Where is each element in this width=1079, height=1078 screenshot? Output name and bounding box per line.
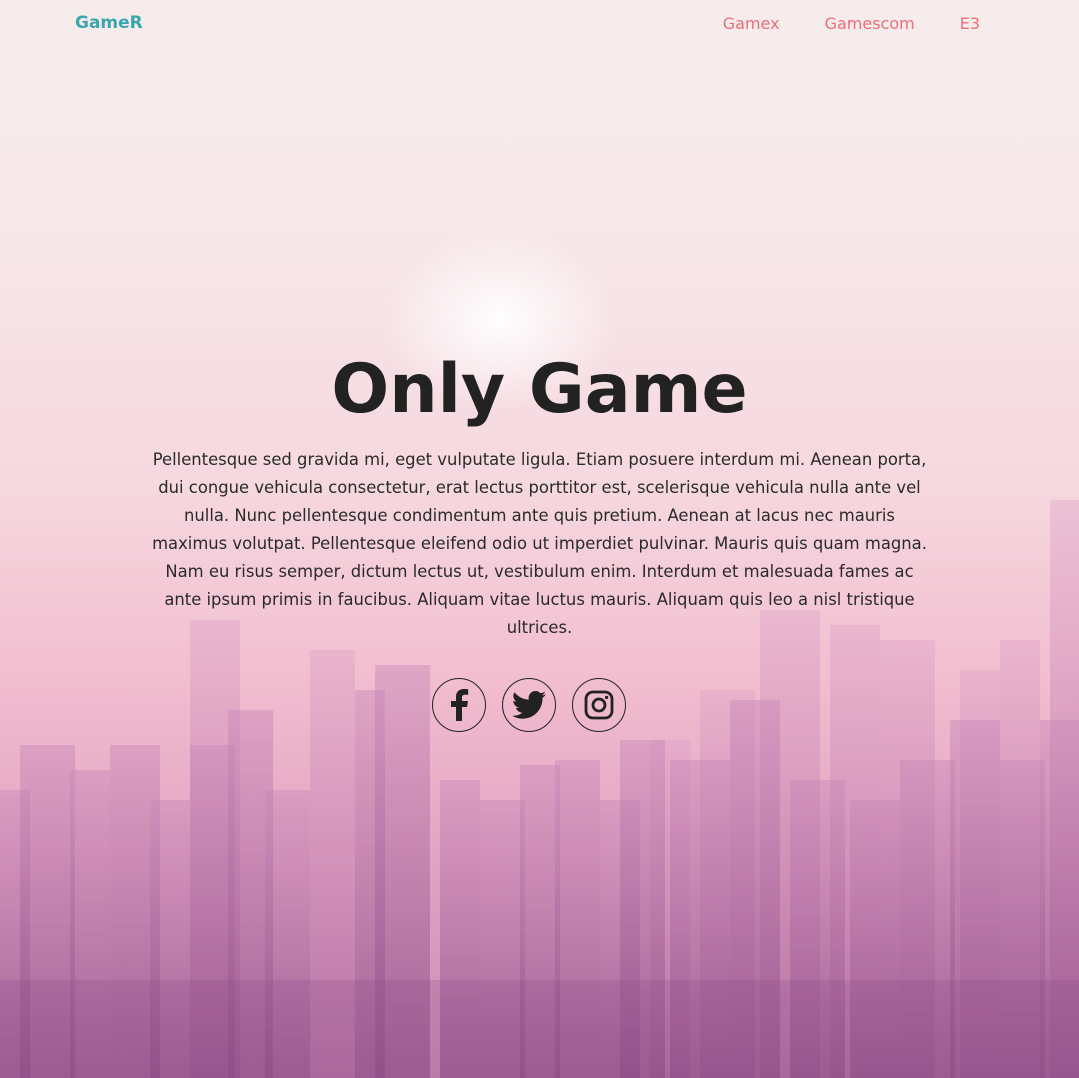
nav-link-gamescom[interactable]: Gamescom bbox=[825, 14, 915, 33]
instagram-link[interactable] bbox=[572, 678, 626, 732]
hero-title: Only Game bbox=[331, 350, 748, 429]
nav-links: Gamex Gamescom E3 bbox=[723, 14, 980, 33]
top-navbar: GameR Gamex Gamescom E3 bbox=[0, 0, 1079, 50]
twitter-link[interactable] bbox=[502, 678, 556, 732]
twitter-icon bbox=[512, 691, 546, 719]
nav-link-gamex[interactable]: Gamex bbox=[723, 14, 780, 33]
nav-link-e3[interactable]: E3 bbox=[960, 14, 980, 33]
instagram-icon bbox=[584, 690, 614, 720]
social-links bbox=[432, 678, 626, 732]
hero-description: Pellentesque sed gravida mi, eget vulput… bbox=[152, 450, 927, 637]
facebook-icon bbox=[448, 689, 470, 721]
brand-logo[interactable]: GameR bbox=[75, 13, 143, 33]
hero-section: Only Game Pellentesque sed gravida mi, e… bbox=[0, 340, 1079, 642]
facebook-link[interactable] bbox=[432, 678, 486, 732]
